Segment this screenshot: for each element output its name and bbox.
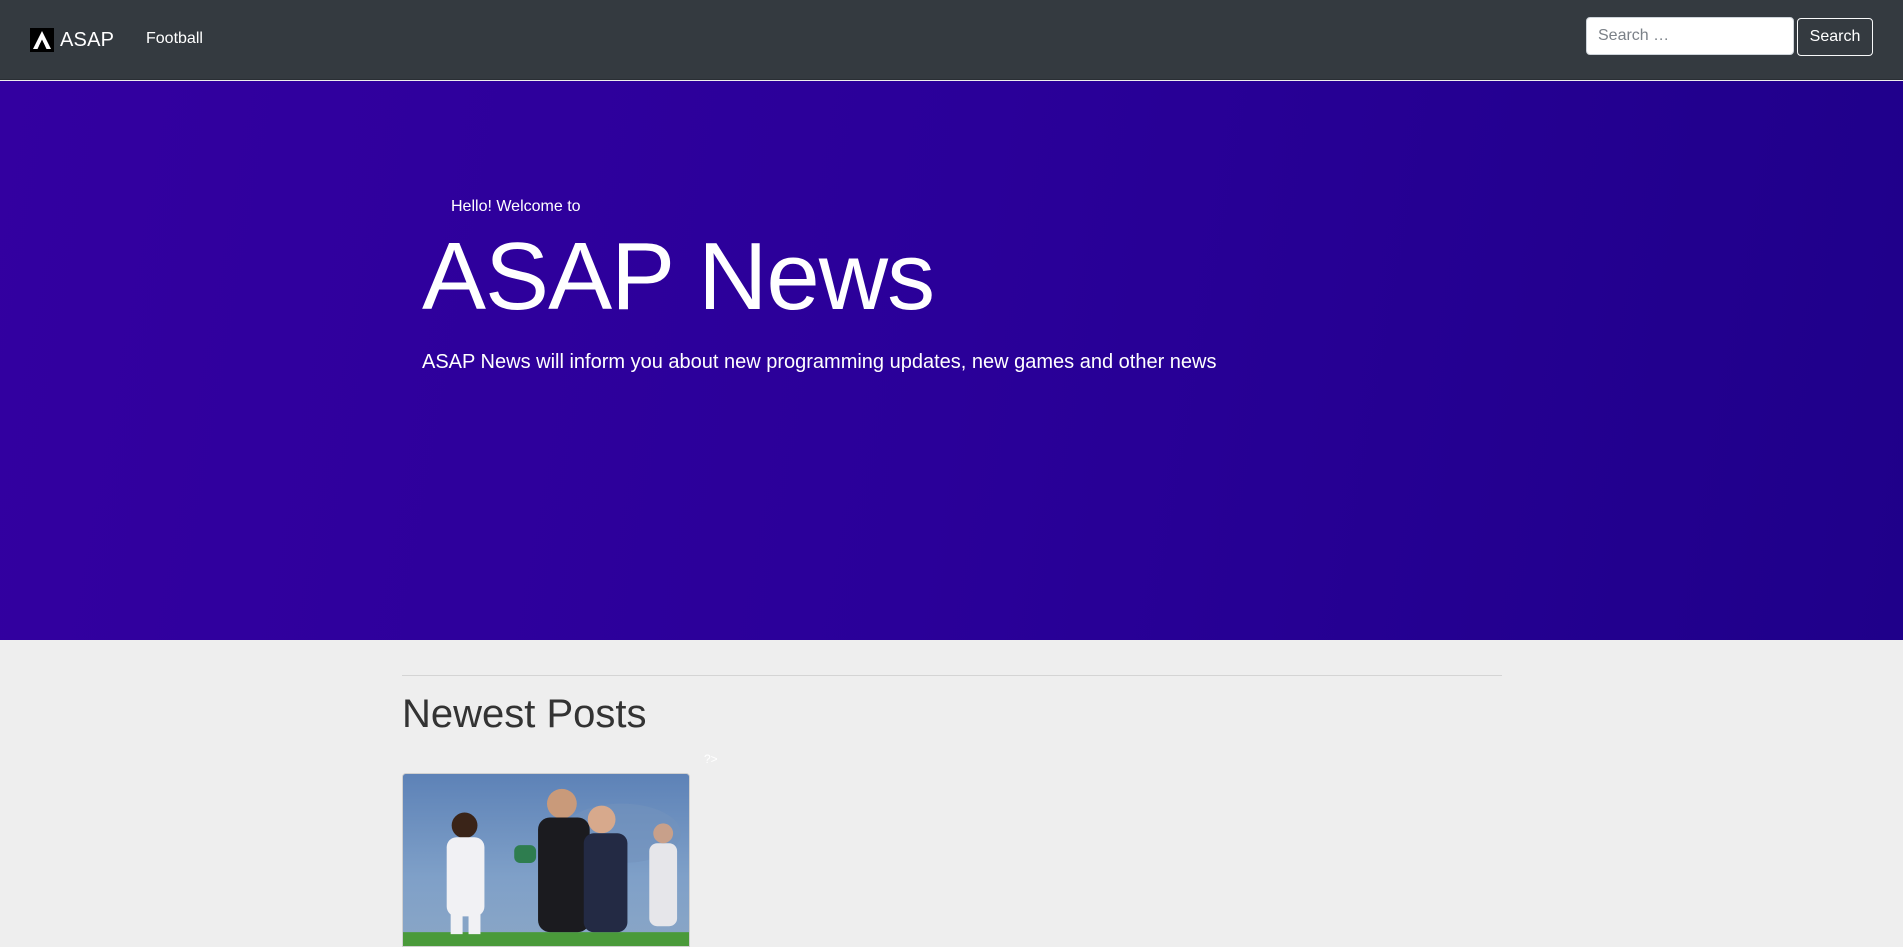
hero-greeting: Hello! Welcome to (451, 198, 581, 215)
brand-name: ASAP (60, 28, 115, 51)
top-navbar: ASAP Football Search (0, 0, 1903, 80)
main-content: Newest Posts ?> (0, 640, 1903, 947)
post-thumbnail-image (403, 774, 689, 946)
search-button[interactable]: Search (1797, 18, 1873, 56)
hero-banner: Hello! Welcome to ASAP News ASAP News wi… (0, 81, 1903, 640)
nav-link-football[interactable]: Football (146, 30, 203, 48)
brand-link[interactable]: ASAP (30, 28, 114, 52)
post-card[interactable] (402, 773, 690, 947)
section-heading-newest-posts: Newest Posts (402, 692, 647, 736)
hero-title: ASAP News (422, 223, 935, 330)
search-input[interactable] (1586, 17, 1794, 55)
brand-logo-icon (30, 28, 54, 52)
section-divider (402, 675, 1502, 676)
stray-code-text: ?> (704, 752, 718, 766)
hero-tagline: ASAP News will inform you about new prog… (422, 351, 1217, 373)
